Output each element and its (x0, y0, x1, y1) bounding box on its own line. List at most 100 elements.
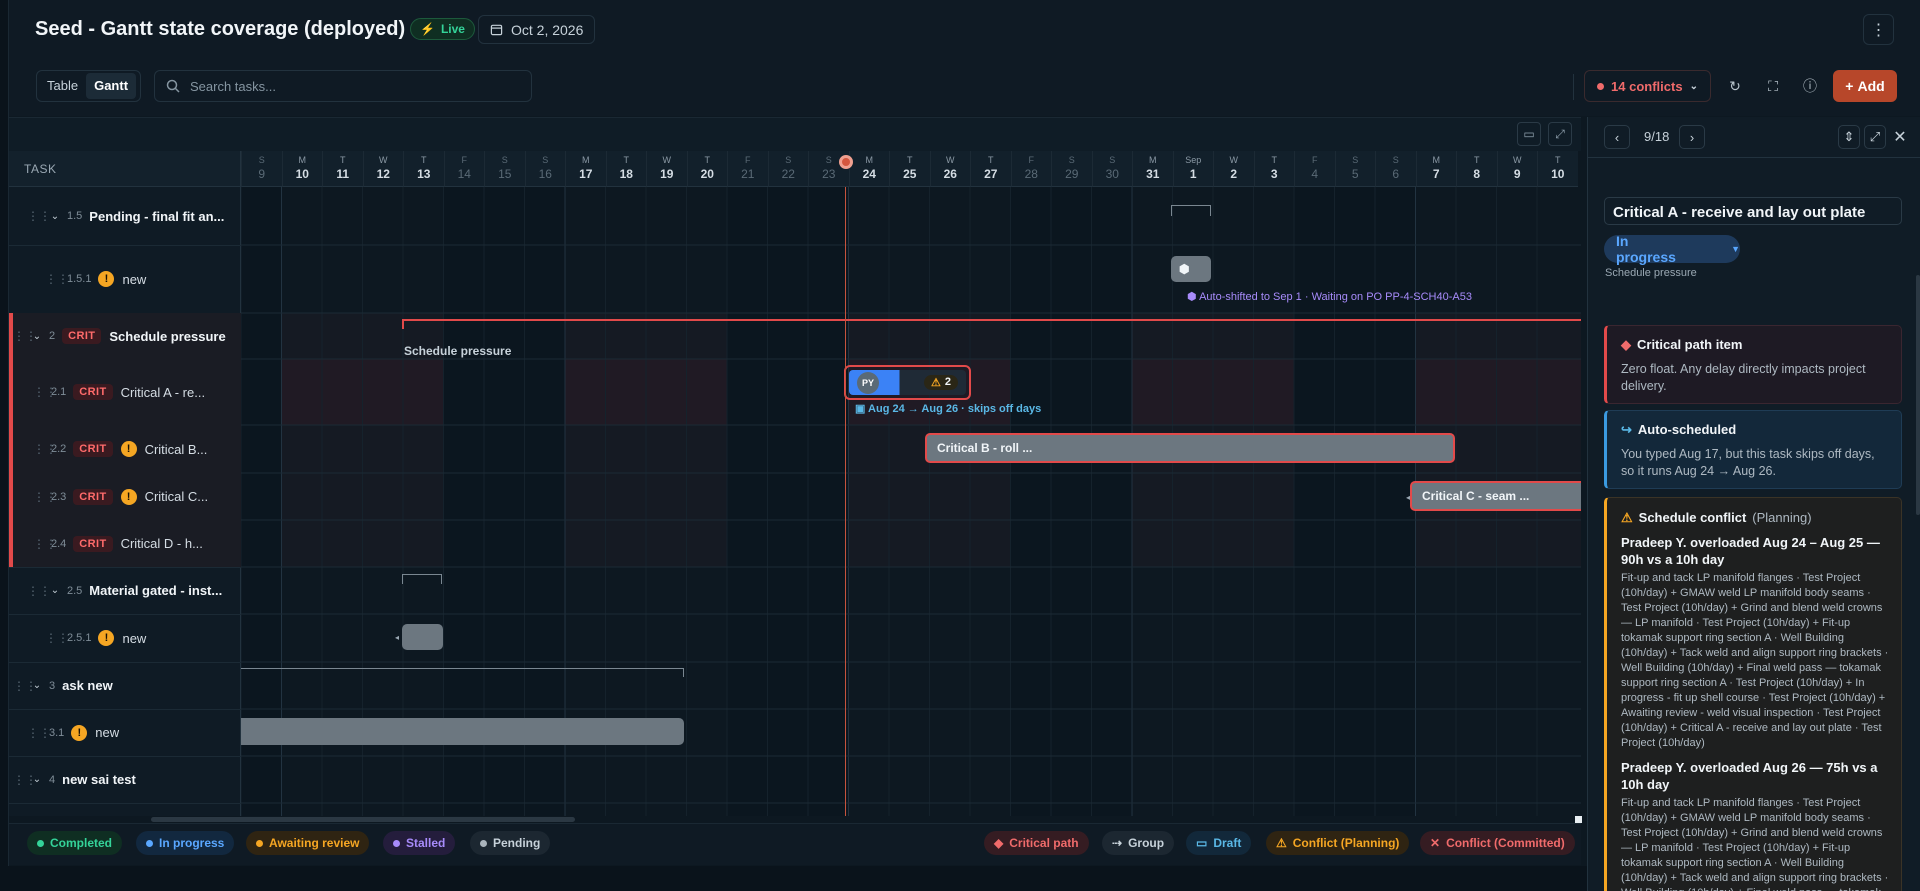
group-row[interactable]: ⋮⋮ ⌄ 3 ask new (9, 662, 241, 709)
drag-handle-icon[interactable]: ⋮⋮ (13, 329, 37, 343)
view-gantt-button[interactable]: Gantt (86, 73, 137, 99)
critical-row-marker (9, 425, 13, 473)
drag-handle-icon[interactable]: ⋮⋮ (13, 773, 37, 787)
search-input[interactable] (190, 78, 490, 94)
more-menu-button[interactable]: ⋮ (1863, 14, 1894, 45)
wbs-number: 2 (49, 330, 56, 342)
next-task-button[interactable]: › (1679, 125, 1705, 149)
drag-handle-icon[interactable]: ⋮⋮ (13, 679, 37, 693)
group-bar-label: Schedule pressure (404, 344, 512, 358)
task-row[interactable]: ⋮⋮ 3.1! new (9, 709, 241, 756)
critical-b-bar[interactable]: Critical B - roll ... (925, 433, 1455, 463)
assignee-avatar[interactable]: PY (857, 371, 879, 394)
fullscreen-icon[interactable]: ⛶ (1762, 75, 1784, 97)
day-number: 24 (862, 167, 876, 181)
horizontal-scrollbar[interactable] (151, 817, 575, 822)
critical-card-title: Critical path item (1637, 337, 1743, 352)
calendar-icon (490, 24, 503, 36)
close-icon[interactable]: ✕ (1889, 125, 1911, 149)
conflicts-dropdown[interactable]: 14 conflicts ⌄ (1584, 70, 1711, 102)
task-name: new (95, 725, 120, 740)
panel-scrollbar[interactable] (1916, 275, 1920, 515)
warning-icon: ! (71, 724, 88, 741)
status-dot-icon (37, 839, 44, 847)
day-column-header: S9 (241, 151, 282, 187)
day-letter: W (662, 155, 672, 165)
critical-a-bar[interactable]: PY ⚠ 2 (844, 365, 971, 400)
task-title-field[interactable]: Critical A - receive and lay out plate (1604, 197, 1902, 225)
day-column-header: T 11 (322, 151, 363, 187)
drag-handle-icon[interactable]: ⋮⋮ (45, 631, 69, 645)
chevron-down-icon[interactable]: ⌄ (31, 331, 43, 342)
chevron-down-icon[interactable]: ⌄ (31, 680, 43, 691)
open-full-icon[interactable]: ⤢ (1864, 125, 1886, 149)
task-row[interactable]: ⋮⋮ 2.1 CRIT Critical A - re... (9, 359, 241, 425)
day-letter: M (1432, 155, 1441, 165)
warning-icon: ! (98, 271, 115, 287)
view-table-button[interactable]: Table (39, 73, 86, 99)
critical-c-bar[interactable]: Critical C - seam ... (1410, 481, 1581, 511)
legend-item: Stalled (383, 831, 456, 855)
day-number: 30 (1105, 167, 1119, 181)
task-row[interactable]: ⋮⋮ 2.2 CRIT! Critical B... (9, 425, 241, 473)
ask-new-task-bar[interactable] (241, 718, 684, 745)
expand-icon[interactable]: ⤢ (1548, 122, 1572, 146)
day-column-header: T 27 (970, 151, 1011, 187)
wbs-number: 2.2 (51, 443, 67, 455)
chevron-down-icon[interactable]: ⌄ (31, 774, 43, 785)
group-row[interactable]: ⋮⋮ ⌄ 2 CRIT Schedule pressure (9, 313, 241, 359)
group-row[interactable]: ⋮⋮ ⌄ 4 new sai test (9, 756, 241, 803)
task-row[interactable]: ⋮⋮ 2.5.1! new (9, 614, 241, 662)
drag-handle-icon[interactable]: ⋮⋮ (33, 385, 57, 399)
prev-task-button[interactable]: ‹ (1604, 125, 1630, 149)
critical-row-marker (9, 520, 13, 567)
day-column-header: F 21 (727, 151, 768, 187)
warning-icon: ! (98, 630, 115, 646)
refresh-icon[interactable]: ↻ (1724, 75, 1746, 97)
conflict-count-badge[interactable]: ⚠ 2 (924, 375, 958, 390)
drag-handle-icon[interactable]: ⋮⋮ (45, 272, 69, 286)
chevron-down-icon[interactable]: ⌄ (49, 211, 61, 222)
material-task-bar[interactable]: ⬢ (1171, 256, 1211, 282)
day-column-header: S 15 (484, 151, 525, 187)
drag-handle-icon[interactable]: ⋮⋮ (33, 442, 57, 456)
info-icon[interactable]: ⓘ (1799, 75, 1821, 97)
legend-label: Awaiting review (269, 836, 360, 850)
drag-handle-icon[interactable]: ⋮⋮ (33, 537, 57, 551)
drag-handle-icon[interactable]: ⋮⋮ (27, 584, 51, 598)
hide-chart-icon[interactable]: ▭ (1517, 122, 1541, 146)
group-row[interactable]: ⋮⋮ ⌄ 1.5 Pending - final fit an... (9, 187, 241, 245)
collapse-icon[interactable]: ⇕ (1838, 125, 1860, 149)
schedule-conflict-card: ⚠ Schedule conflict (Planning) Pradeep Y. … (1604, 497, 1902, 891)
task-detail-panel: ‹ 9/18 › ⇕ ⤢ ✕ Critical A - receive and … (1587, 117, 1920, 891)
date-chip[interactable]: Oct 2, 2026 (478, 15, 596, 44)
wbs-number: 1.5.1 (67, 273, 92, 285)
gantt-body: ⬢ ⬢ Auto-shifted to Sep 1 · Waiting on P… (9, 187, 1581, 816)
critical-path-card: ◆ Critical path item Zero float. Any dela… (1604, 325, 1902, 404)
row-divider (9, 803, 241, 804)
day-letter: T (340, 155, 346, 165)
task-row[interactable]: ⋮⋮ 2.4 CRIT Critical D - h... (9, 520, 241, 567)
task-name: new sai test (62, 772, 136, 787)
legend-item: ⇢ Group (1102, 831, 1175, 855)
drag-handle-icon[interactable]: ⋮⋮ (27, 726, 51, 740)
material-gated-task-bar[interactable] (402, 624, 443, 650)
task-name: Critical A - re... (120, 384, 206, 400)
add-button[interactable]: + Add (1833, 70, 1897, 102)
day-letter: T (907, 155, 913, 165)
drag-handle-icon[interactable]: ⋮⋮ (33, 490, 57, 504)
group-row[interactable]: ⋮⋮ ⌄ 2.5 Material gated - inst... (9, 567, 241, 614)
day-letter: T (1555, 155, 1561, 165)
task-row[interactable]: ⋮⋮ 2.3 CRIT! Critical C... (9, 473, 241, 520)
chevron-down-icon[interactable]: ⌄ (49, 585, 61, 596)
search-icon (166, 79, 180, 93)
critical-group-bracket (402, 319, 1581, 329)
day-number: 29 (1065, 167, 1079, 181)
day-number: 18 (619, 167, 633, 181)
conflict-1-heading: Pradeep Y. overloaded Aug 24 – Aug 25 — … (1621, 535, 1880, 567)
drag-handle-icon[interactable]: ⋮⋮ (27, 209, 51, 223)
status-select[interactable]: In progress ▼ (1604, 233, 1740, 265)
toolbar-divider (1573, 74, 1574, 100)
status-dot-icon (146, 839, 153, 847)
task-row[interactable]: ⋮⋮ 1.5.1! new (9, 245, 241, 313)
